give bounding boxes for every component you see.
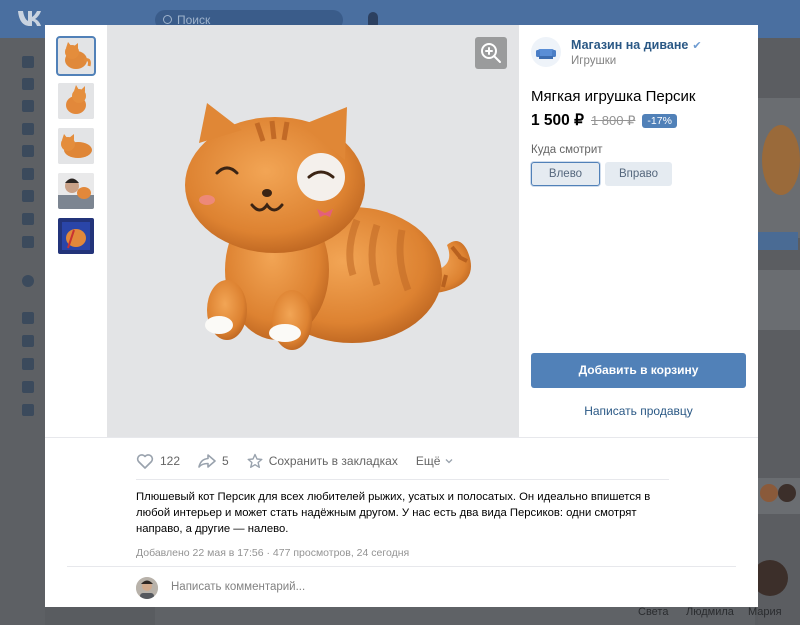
friend-name[interactable]: Света bbox=[638, 606, 668, 618]
avatar bbox=[760, 484, 778, 502]
avatar bbox=[778, 484, 796, 502]
zoom-in-icon bbox=[481, 43, 501, 63]
zoom-button[interactable] bbox=[475, 37, 507, 69]
groups-icon[interactable] bbox=[22, 145, 34, 157]
divider bbox=[136, 479, 669, 480]
product-photo[interactable] bbox=[107, 25, 519, 437]
friend-name[interactable]: Людмила bbox=[686, 606, 734, 618]
product-modal: Магазин на диване ✔ Игрушки Мягкая игрушк… bbox=[45, 25, 758, 607]
sofa-icon bbox=[536, 49, 556, 59]
person-with-plush-icon bbox=[58, 173, 94, 209]
home-icon[interactable] bbox=[22, 56, 34, 68]
plush-in-package-icon bbox=[58, 218, 94, 254]
bookmark-button[interactable]: Сохранить в закладках bbox=[247, 453, 398, 469]
docs-icon[interactable] bbox=[22, 358, 34, 370]
news-icon[interactable] bbox=[22, 78, 34, 90]
apps-icon[interactable] bbox=[22, 404, 34, 416]
star-icon[interactable] bbox=[22, 335, 34, 347]
avatar bbox=[136, 577, 158, 599]
orange-cat-plush-icon bbox=[58, 38, 94, 74]
bell-icon[interactable] bbox=[368, 12, 378, 26]
market-icon[interactable] bbox=[22, 312, 34, 324]
music-icon[interactable] bbox=[22, 190, 34, 202]
comment-input[interactable]: Написать комментарий... bbox=[171, 581, 305, 593]
user-avatar-icon bbox=[136, 577, 158, 599]
star-icon bbox=[247, 453, 263, 468]
discount-badge: -17% bbox=[642, 113, 677, 128]
messages-icon[interactable] bbox=[22, 100, 34, 112]
shop-logo[interactable] bbox=[531, 37, 561, 67]
price-row: 1 500 ₽ 1 800 ₽ -17% bbox=[531, 111, 677, 130]
photos-icon[interactable] bbox=[22, 168, 34, 180]
background-card-2 bbox=[758, 270, 800, 330]
share-count: 5 bbox=[222, 454, 229, 468]
ads-icon[interactable] bbox=[22, 381, 34, 393]
check-icon: ✔ bbox=[692, 40, 702, 52]
current-price: 1 500 ₽ bbox=[531, 112, 584, 129]
video-icon[interactable] bbox=[22, 213, 34, 225]
friend-name[interactable]: Мария bbox=[748, 606, 782, 618]
product-info-panel: Магазин на диване ✔ Игрушки Мягкая игрушк… bbox=[519, 25, 758, 437]
share-button[interactable]: 5 bbox=[198, 453, 229, 469]
chevron-down-icon bbox=[445, 459, 453, 464]
shop-category: Игрушки bbox=[571, 55, 617, 67]
thumbnail-2[interactable] bbox=[58, 83, 94, 119]
post-meta: Добавлено 22 мая в 17:56 · 477 просмотро… bbox=[136, 547, 410, 559]
like-button[interactable]: 122 bbox=[136, 453, 180, 469]
bookmark-label: Сохранить в закладках bbox=[268, 454, 398, 468]
help-icon[interactable] bbox=[22, 275, 34, 287]
old-price: 1 800 ₽ bbox=[590, 112, 636, 128]
thumbnail-strip bbox=[45, 25, 107, 437]
search-icon bbox=[163, 15, 172, 24]
like-count: 122 bbox=[160, 454, 181, 468]
variant-option-left[interactable]: Влево bbox=[531, 162, 600, 186]
add-to-cart-button[interactable]: Добавить в корзину bbox=[531, 353, 746, 388]
thumbnail-1[interactable] bbox=[56, 36, 96, 76]
background-button bbox=[758, 232, 798, 250]
thumbnail-5[interactable] bbox=[58, 218, 94, 254]
share-icon bbox=[198, 454, 216, 468]
shop-name[interactable]: Магазин на диване ✔ bbox=[571, 38, 702, 52]
more-label: Ещё bbox=[415, 454, 441, 468]
thumbnail-4[interactable] bbox=[58, 173, 94, 209]
background-cat-image bbox=[762, 125, 800, 195]
thumbnail-3[interactable] bbox=[58, 128, 94, 164]
variant-option-right[interactable]: Вправо bbox=[605, 162, 672, 186]
background-sidebar bbox=[0, 38, 45, 625]
write-seller-link[interactable]: Написать продавцу bbox=[531, 404, 746, 418]
orange-cat-plush-side-icon bbox=[58, 83, 94, 119]
divider bbox=[45, 437, 758, 438]
games-icon[interactable] bbox=[22, 236, 34, 248]
vk-logo-icon bbox=[16, 8, 48, 30]
heart-icon bbox=[136, 454, 154, 469]
shop-name-text[interactable]: Магазин на диване bbox=[571, 38, 688, 52]
orange-cat-plush-lying-icon bbox=[58, 128, 94, 164]
product-description: Плюшевый кот Персик для всех любителей р… bbox=[136, 491, 651, 535]
product-title: Мягкая игрушка Персик bbox=[531, 88, 696, 105]
divider bbox=[67, 566, 736, 567]
friends-icon[interactable] bbox=[22, 123, 34, 135]
variant-label: Куда смотрит bbox=[531, 144, 603, 156]
actions-bar: 122 5 Сохранить в закладках Ещё bbox=[136, 453, 478, 469]
more-button[interactable]: Ещё bbox=[416, 454, 461, 468]
orange-cat-plush-image bbox=[185, 103, 471, 350]
